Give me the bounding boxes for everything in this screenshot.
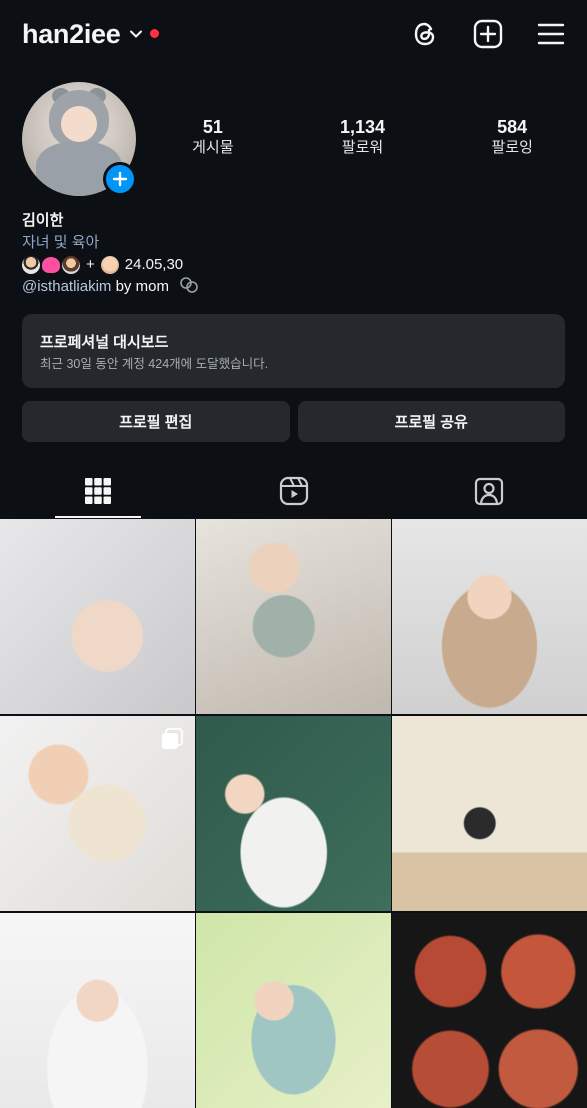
- tab-posts-grid[interactable]: [0, 464, 196, 518]
- stat-value: 584: [497, 117, 528, 137]
- post-thumbnail[interactable]: [392, 913, 587, 1108]
- menu-icon[interactable]: [537, 22, 565, 46]
- bio-plus: +: [86, 256, 95, 273]
- display-name: 김이한: [22, 212, 64, 229]
- profile-header: 51 게시물 1,134 팔로워 584 팔로잉: [0, 80, 587, 200]
- post-thumbnail[interactable]: [0, 716, 195, 911]
- man-emoji-icon: [22, 256, 40, 274]
- stat-label: 팔로잉: [491, 139, 533, 156]
- mention-suffix: by mom: [115, 278, 169, 295]
- stat-label: 게시물: [192, 139, 234, 156]
- profile-stats: 51 게시물 1,134 팔로워 584 팔로잉: [138, 116, 587, 158]
- dashboard-subtitle: 최근 30일 동안 계정 424개에 도달했습니다.: [40, 357, 269, 371]
- create-post-icon[interactable]: [473, 19, 503, 49]
- top-bar: han2iee: [0, 0, 587, 68]
- stat-posts[interactable]: 51 게시물: [138, 116, 288, 158]
- stat-following[interactable]: 584 팔로잉: [437, 116, 587, 158]
- share-profile-button[interactable]: 프로필 공유: [297, 401, 565, 442]
- tab-reels[interactable]: [196, 464, 392, 518]
- tab-tagged[interactable]: [391, 464, 587, 518]
- grid-icon: [84, 478, 111, 504]
- content-tabs: [0, 464, 587, 518]
- stat-label: 팔로워: [341, 139, 384, 156]
- profile-category: 자녀 및 육아: [22, 234, 100, 251]
- post-thumbnail[interactable]: [196, 519, 391, 714]
- posts-grid: [0, 519, 587, 1108]
- post-thumbnail[interactable]: [196, 716, 391, 911]
- stat-value: 51: [202, 117, 223, 137]
- profile-bio: 김이한 자녀 및 육아 + 24.05,30 @isthatliakim by …: [22, 210, 567, 298]
- link-icon: [180, 277, 198, 293]
- threads-icon[interactable]: [411, 19, 439, 49]
- notification-dot: [150, 28, 160, 38]
- plus-icon: [112, 171, 128, 187]
- professional-dashboard-card[interactable]: 프로페셔널 대시보드 최근 30일 동안 계정 424개에 도달했습니다.: [22, 314, 565, 388]
- woman-emoji-icon: [62, 256, 80, 274]
- carousel-icon: [162, 728, 183, 749]
- reels-icon: [279, 476, 308, 506]
- baby-emoji-icon: [100, 256, 119, 274]
- tagged-icon: [475, 477, 504, 506]
- post-thumbnail[interactable]: [0, 913, 195, 1108]
- stat-followers[interactable]: 1,134 팔로워: [288, 116, 438, 158]
- post-thumbnail[interactable]: [196, 913, 391, 1108]
- add-story-button[interactable]: [103, 162, 137, 196]
- edit-profile-button[interactable]: 프로필 편집: [22, 401, 290, 442]
- post-thumbnail[interactable]: [392, 519, 587, 714]
- post-thumbnail[interactable]: [392, 716, 587, 911]
- profile-actions: 프로필 편집 프로필 공유: [22, 401, 565, 442]
- bio-line: + 24.05,30: [22, 254, 567, 276]
- chevron-down-icon[interactable]: [128, 26, 144, 42]
- bio-mention-line: @isthatliakim by mom: [22, 276, 567, 298]
- mention-link[interactable]: @isthatliakim: [22, 278, 111, 295]
- post-thumbnail[interactable]: [0, 519, 195, 714]
- username-title[interactable]: han2iee: [22, 19, 121, 50]
- dashboard-title: 프로페셔널 대시보드: [40, 334, 169, 351]
- bio-date: 24.05,30: [124, 256, 184, 273]
- stat-value: 1,134: [339, 117, 386, 137]
- heart-emoji-icon: [42, 257, 60, 273]
